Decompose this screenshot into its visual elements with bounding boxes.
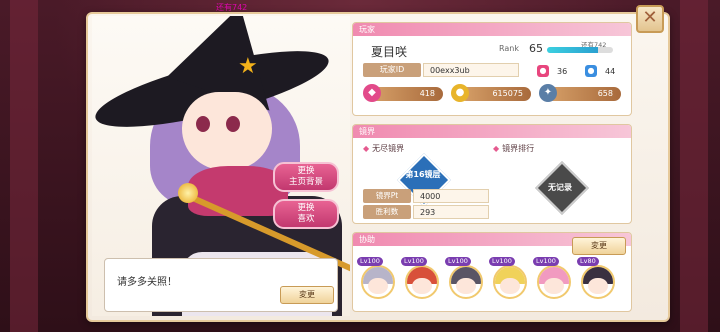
character-eye-left [196,116,210,132]
diamond-bullet-icon: ◆ [363,144,370,153]
close-icon: ✕ [642,7,658,28]
gear-item-icon: ✦ [539,84,557,102]
member-level-badge: Lv100 [533,257,559,266]
wins-value: 293 [413,205,489,219]
mirror-ranking-text: 镜界排行 [502,144,535,153]
rank-value: 65 [529,42,543,55]
support-member[interactable]: Lv100 [357,257,397,299]
coin-icon: ● [451,84,469,102]
player-panel: 玩家 夏目咲 Rank 65 还有742 玩家ID 00exx3ub ● 36 … [352,22,632,116]
pink-face-icon: ● [537,65,549,77]
member-avatar [449,265,483,299]
count-pink: 36 [557,67,568,76]
player-id-label: 玩家ID [363,63,421,77]
xp-bar-fill [547,47,599,53]
blue-face-icon: ● [585,65,597,77]
infinite-mirror-text: 无尽镜界 [372,144,405,153]
character-face [182,92,272,170]
change-background-button[interactable]: 更换 主页背景 [273,162,339,192]
infinite-mirror-label: ◆ 无尽镜界 [363,143,404,154]
member-level-badge: Lv100 [357,257,383,266]
rank-label: Rank [499,44,519,53]
count-blue: 44 [605,67,616,76]
member-level-badge: Lv80 [577,257,599,266]
xp-bar [547,47,613,53]
player-name: 夏目咲 [371,45,408,59]
speech-text: 请多多关照！ [117,277,177,288]
star-icon: ★ [238,54,258,79]
character-eye-right [226,116,240,132]
support-member[interactable]: Lv100 [489,257,529,299]
member-level-badge: Lv100 [445,257,471,266]
change-support-button[interactable]: 変更 [572,237,626,255]
background-curtain-left [10,0,38,332]
player-panel-header: 玩家 [353,23,631,36]
support-member[interactable]: Lv100 [533,257,573,299]
support-member[interactable]: Lv100 [445,257,485,299]
change-favorite-line1: 更换 [297,203,315,213]
mirror-panel-header: 镜界 [353,125,631,138]
support-members: Lv100 Lv100 Lv100 Lv100 Lv100 Lv80 [357,257,625,301]
background-curtain-right [680,0,708,332]
wins-label: 胜利数 [363,205,411,219]
mirror-panel: 镜界 ◆ 无尽镜界 ◆ 镜界排行 第16镜层 镜界Pt 4000 胜利数 293 无… [352,124,632,224]
floor-badge-text: 第16镜层 [405,170,441,179]
change-background-line1: 更换 [297,166,315,176]
change-speech-button[interactable]: 変更 [280,286,334,304]
close-button[interactable]: ✕ [636,5,664,33]
no-record-text: 无记录 [548,183,572,192]
member-avatar [405,265,439,299]
support-member[interactable]: Lv80 [577,257,617,299]
member-avatar [361,265,395,299]
member-level-badge: Lv100 [401,257,427,266]
member-avatar [537,265,571,299]
coin-count: 615075 [459,87,531,101]
staff-orb [178,183,198,203]
member-avatar [493,265,527,299]
member-level-badge: Lv100 [489,257,515,266]
gem-icon: ◆ [363,84,381,102]
diamond-bullet-icon: ◆ [493,144,500,153]
player-id-value: 00exx3ub [423,63,519,77]
mirror-pt-label: 镜界Pt [363,189,411,203]
change-background-line2: 主页背景 [288,177,323,187]
member-avatar [581,265,615,299]
support-member[interactable]: Lv100 [401,257,441,299]
mirror-pt-value: 4000 [413,189,489,203]
change-favorite-line2: 喜欢 [297,214,315,224]
change-favorite-button[interactable]: 更换 喜欢 [273,199,339,229]
mirror-ranking-label[interactable]: ◆ 镜界排行 [493,143,534,154]
